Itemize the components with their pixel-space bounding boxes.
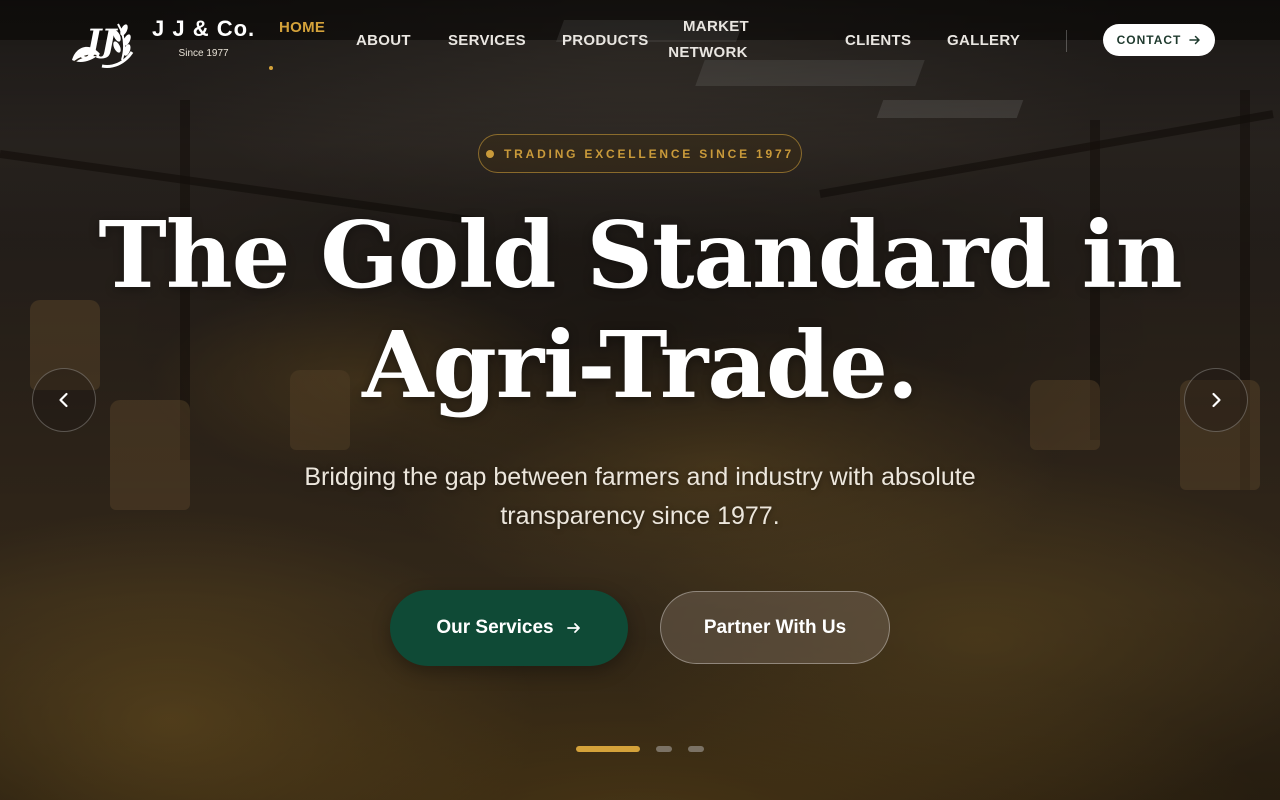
headline-line2: Agri-Trade.: [362, 311, 919, 419]
our-services-button[interactable]: Our Services: [390, 590, 628, 666]
nav-clients[interactable]: CLIENTS: [845, 28, 911, 54]
nav-divider: [1066, 30, 1067, 52]
hero-subtitle: Bridging the gap between farmers and ind…: [304, 463, 976, 530]
slider-next-button[interactable]: [1184, 368, 1248, 432]
partner-with-us-button[interactable]: Partner With Us: [660, 591, 890, 664]
brand-text: J J & Co. Since 1977: [152, 16, 255, 59]
nav-gallery[interactable]: GALLERY: [947, 28, 1020, 54]
brand-logo[interactable]: JJ J J & Co. Since 1977: [66, 16, 255, 72]
slider-prev-button[interactable]: [32, 368, 96, 432]
nav-market-network[interactable]: MARKET NETWORK: [668, 14, 764, 66]
badge-dot-icon: [486, 149, 495, 158]
contact-label: CONTACT: [1116, 33, 1182, 47]
nav-market-line1: MARKET: [683, 18, 749, 35]
site-header: JJ J J & Co. Since 1977 HOME ABOUT SERVI…: [0, 0, 1280, 90]
nav-services[interactable]: SERVICES: [448, 28, 526, 54]
hero-badge: TRADING EXCELLENCE SINCE 1977: [478, 134, 802, 173]
chevron-left-icon: [59, 392, 68, 408]
hero-headline: The Gold Standard in Agri-Trade.: [0, 200, 1280, 420]
chevron-right-icon: [1212, 392, 1221, 408]
nav-about[interactable]: ABOUT: [356, 28, 411, 54]
wheat-leaf-logo-icon: JJ: [72, 22, 134, 68]
contact-button[interactable]: CONTACT: [1103, 24, 1215, 56]
headline-line1: The Gold Standard in: [98, 201, 1182, 309]
nav-products[interactable]: PRODUCTS: [562, 28, 649, 54]
arrow-right-icon: [566, 623, 580, 633]
slider-dot-2[interactable]: [656, 746, 672, 752]
our-services-label: Our Services: [436, 617, 554, 638]
svg-text:JJ: JJ: [80, 22, 118, 60]
brand-since: Since 1977: [178, 48, 229, 59]
nav-home[interactable]: HOME: [279, 15, 325, 41]
slider-dot-1[interactable]: [576, 746, 640, 752]
badge-text: TRADING EXCELLENCE SINCE 1977: [504, 146, 794, 161]
active-nav-indicator: [269, 66, 273, 70]
partner-label: Partner With Us: [703, 616, 847, 638]
nav-market-line2: NETWORK: [668, 44, 748, 61]
brand-name: J J & Co.: [152, 16, 256, 41]
slider-dot-3[interactable]: [688, 746, 704, 752]
arrow-right-icon: [1189, 35, 1201, 45]
